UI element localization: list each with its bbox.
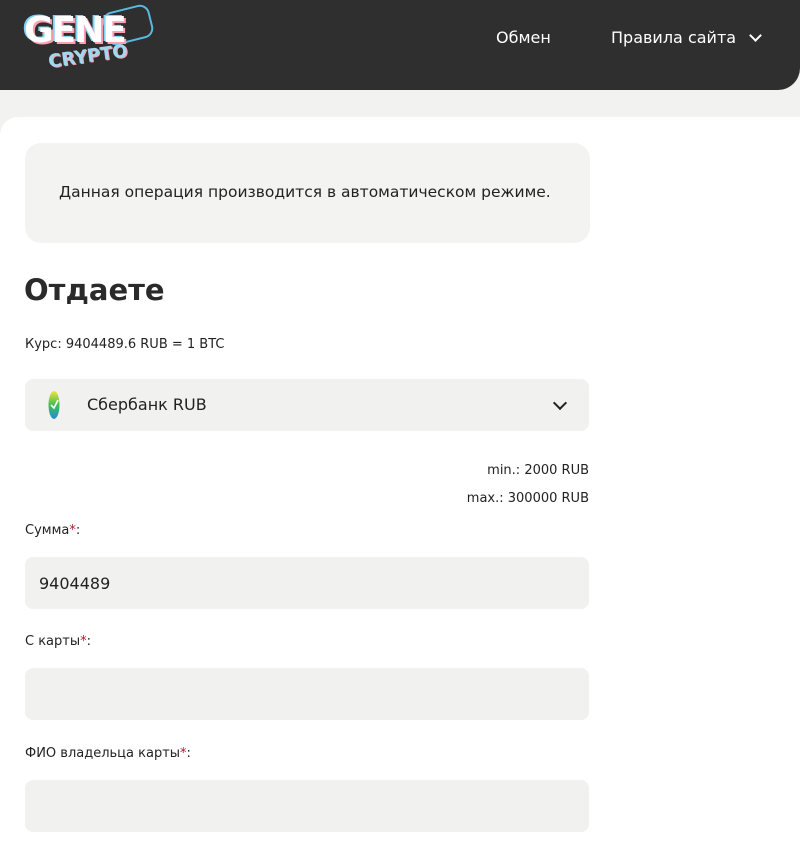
holder-label-text: ФИО владельца карты: [25, 746, 181, 761]
site-header: GENE CRYPTO Обмен Правила сайта: [0, 0, 800, 90]
chevron-down-icon: [552, 395, 568, 411]
amount-label: Сумма*:: [25, 523, 80, 538]
info-notice: Данная операция производится в автоматич…: [25, 143, 590, 243]
card-number-input[interactable]: [25, 668, 589, 720]
card-label-text: С карты: [25, 634, 81, 649]
amount-label-text: Сумма: [25, 523, 70, 538]
holder-label: ФИО владельца карты*:: [25, 746, 191, 761]
min-limit: min.: 2000 RUB: [487, 463, 589, 478]
currency-select[interactable]: Сбербанк RUB: [25, 379, 589, 431]
card-holder-input[interactable]: [25, 780, 589, 832]
amount-input[interactable]: [25, 557, 589, 609]
card-label: С карты*:: [25, 634, 91, 649]
sberbank-logo-icon: [48, 391, 60, 419]
nav-exchange-link[interactable]: Обмен: [496, 28, 551, 47]
label-suffix: :: [86, 634, 92, 649]
label-suffix: :: [186, 746, 191, 761]
label-suffix: :: [75, 523, 81, 538]
notice-text: Данная операция производится в автоматич…: [59, 183, 551, 201]
nav-rules-label: Правила сайта: [611, 28, 737, 47]
nav-rules-dropdown[interactable]: Правила сайта: [611, 28, 763, 47]
chevron-down-icon: [749, 29, 763, 42]
site-logo[interactable]: GENE CRYPTO: [24, 2, 156, 72]
selected-currency: Сбербанк RUB: [87, 395, 207, 414]
exchange-panel: Данная операция производится в автоматич…: [0, 117, 800, 846]
give-section-title: Отдаете: [24, 273, 165, 307]
exchange-rate: Курс: 9404489.6 RUB = 1 BTC: [25, 337, 225, 352]
nav-exchange-label: Обмен: [496, 28, 551, 47]
max-limit: max.: 300000 RUB: [466, 491, 589, 506]
